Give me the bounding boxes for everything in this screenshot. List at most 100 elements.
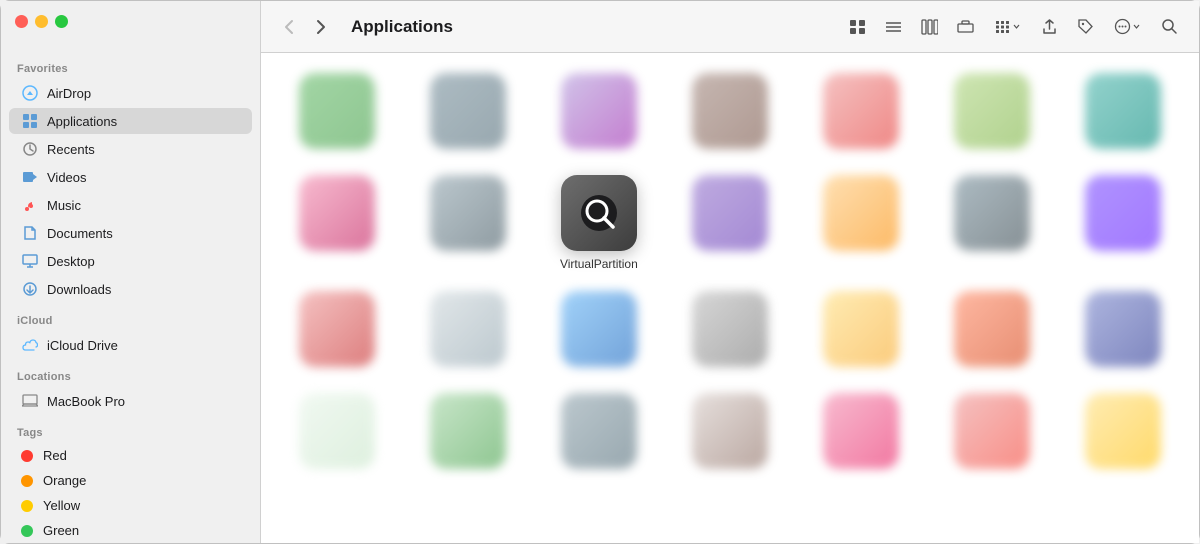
app-icon (299, 393, 375, 469)
laptop-icon (21, 392, 39, 410)
list-item[interactable] (674, 291, 785, 373)
list-item[interactable] (543, 73, 654, 155)
list-item[interactable] (412, 175, 523, 271)
app-icon (823, 291, 899, 367)
list-item[interactable] (412, 73, 523, 155)
list-item[interactable] (937, 175, 1048, 271)
list-view-button[interactable] (877, 13, 909, 41)
list-item[interactable] (281, 291, 392, 373)
list-item[interactable] (412, 291, 523, 373)
list-item[interactable] (806, 291, 917, 373)
app-icon (299, 175, 375, 251)
main-content: Applications (261, 1, 1199, 543)
list-item[interactable] (543, 291, 654, 373)
app-icon (954, 175, 1030, 251)
list-item[interactable] (543, 393, 654, 475)
virtual-partition-item[interactable]: VirtualPartition (543, 175, 654, 271)
content-area: VirtualPartition (261, 53, 1199, 543)
tag-yellow-dot (21, 500, 33, 512)
sidebar-item-recents[interactable]: Recents (9, 136, 252, 162)
videos-label: Videos (47, 170, 87, 185)
app-icon (692, 175, 768, 251)
toolbar-actions (841, 13, 1185, 41)
gallery-view-button[interactable] (949, 13, 981, 41)
list-item[interactable] (281, 175, 392, 271)
icon-view-button[interactable] (841, 13, 873, 41)
tag-red-label: Red (43, 448, 67, 463)
app-icon (561, 73, 637, 149)
list-item[interactable] (937, 73, 1048, 155)
sidebar-item-macbook-pro[interactable]: MacBook Pro (9, 388, 252, 414)
sidebar-item-downloads[interactable]: Downloads (9, 276, 252, 302)
close-button[interactable] (15, 15, 28, 28)
airdrop-icon (21, 84, 39, 102)
list-item[interactable] (1068, 393, 1179, 475)
list-item[interactable] (412, 393, 523, 475)
toolbar-title: Applications (351, 17, 833, 37)
app-icon (823, 73, 899, 149)
sidebar-item-desktop[interactable]: Desktop (9, 248, 252, 274)
sidebar-item-tag-yellow[interactable]: Yellow (9, 494, 252, 517)
list-item[interactable] (1068, 175, 1179, 271)
app-icon (430, 393, 506, 469)
list-item[interactable] (806, 393, 917, 475)
list-item[interactable] (281, 393, 392, 475)
recents-icon (21, 140, 39, 158)
desktop-icon (21, 252, 39, 270)
app-icon (430, 73, 506, 149)
list-item[interactable] (937, 291, 1048, 373)
share-button[interactable] (1033, 13, 1065, 41)
more-options-button[interactable] (1105, 13, 1149, 41)
sidebar-item-documents[interactable]: Documents (9, 220, 252, 246)
search-button[interactable] (1153, 13, 1185, 41)
desktop-label: Desktop (47, 254, 95, 269)
column-view-button[interactable] (913, 13, 945, 41)
tag-red-dot (21, 450, 33, 462)
toolbar: Applications (261, 1, 1199, 53)
list-item[interactable] (281, 73, 392, 155)
sidebar-item-music[interactable]: Music (9, 192, 252, 218)
recents-label: Recents (47, 142, 95, 157)
list-item[interactable] (1068, 291, 1179, 373)
app-icon (430, 291, 506, 367)
app-icon (823, 393, 899, 469)
tag-button[interactable] (1069, 13, 1101, 41)
icloud-drive-label: iCloud Drive (47, 338, 118, 353)
applications-label: Applications (47, 114, 117, 129)
list-item[interactable] (937, 393, 1048, 475)
app-icon (561, 393, 637, 469)
sidebar-item-tag-red[interactable]: Red (9, 444, 252, 467)
sidebar-item-tag-orange[interactable]: Orange (9, 469, 252, 492)
downloads-label: Downloads (47, 282, 111, 297)
list-item[interactable] (806, 73, 917, 155)
app-icon (1085, 175, 1161, 251)
sidebar-item-applications[interactable]: Applications (9, 108, 252, 134)
tag-orange-dot (21, 475, 33, 487)
list-item[interactable] (806, 175, 917, 271)
minimize-button[interactable] (35, 15, 48, 28)
sidebar-item-airdrop[interactable]: AirDrop (9, 80, 252, 106)
sidebar-item-tag-green[interactable]: Green (9, 519, 252, 542)
app-icon (1085, 393, 1161, 469)
list-item[interactable] (674, 175, 785, 271)
list-item[interactable] (1068, 73, 1179, 155)
list-item[interactable] (674, 73, 785, 155)
tag-green-dot (21, 525, 33, 537)
window-controls (15, 15, 68, 28)
sidebar-item-videos[interactable]: Videos (9, 164, 252, 190)
music-label: Music (47, 198, 81, 213)
maximize-button[interactable] (55, 15, 68, 28)
sort-button[interactable] (985, 13, 1029, 41)
forward-button[interactable] (307, 13, 335, 41)
app-icon (1085, 73, 1161, 149)
app-icon (299, 73, 375, 149)
app-icon (823, 175, 899, 251)
list-item[interactable] (674, 393, 785, 475)
sidebar: Favorites AirDrop Applications Recents V… (1, 1, 261, 543)
tag-yellow-label: Yellow (43, 498, 80, 513)
sidebar-item-icloud-drive[interactable]: iCloud Drive (9, 332, 252, 358)
airdrop-label: AirDrop (47, 86, 91, 101)
tag-green-label: Green (43, 523, 79, 538)
back-button[interactable] (275, 13, 303, 41)
app-icon (954, 393, 1030, 469)
